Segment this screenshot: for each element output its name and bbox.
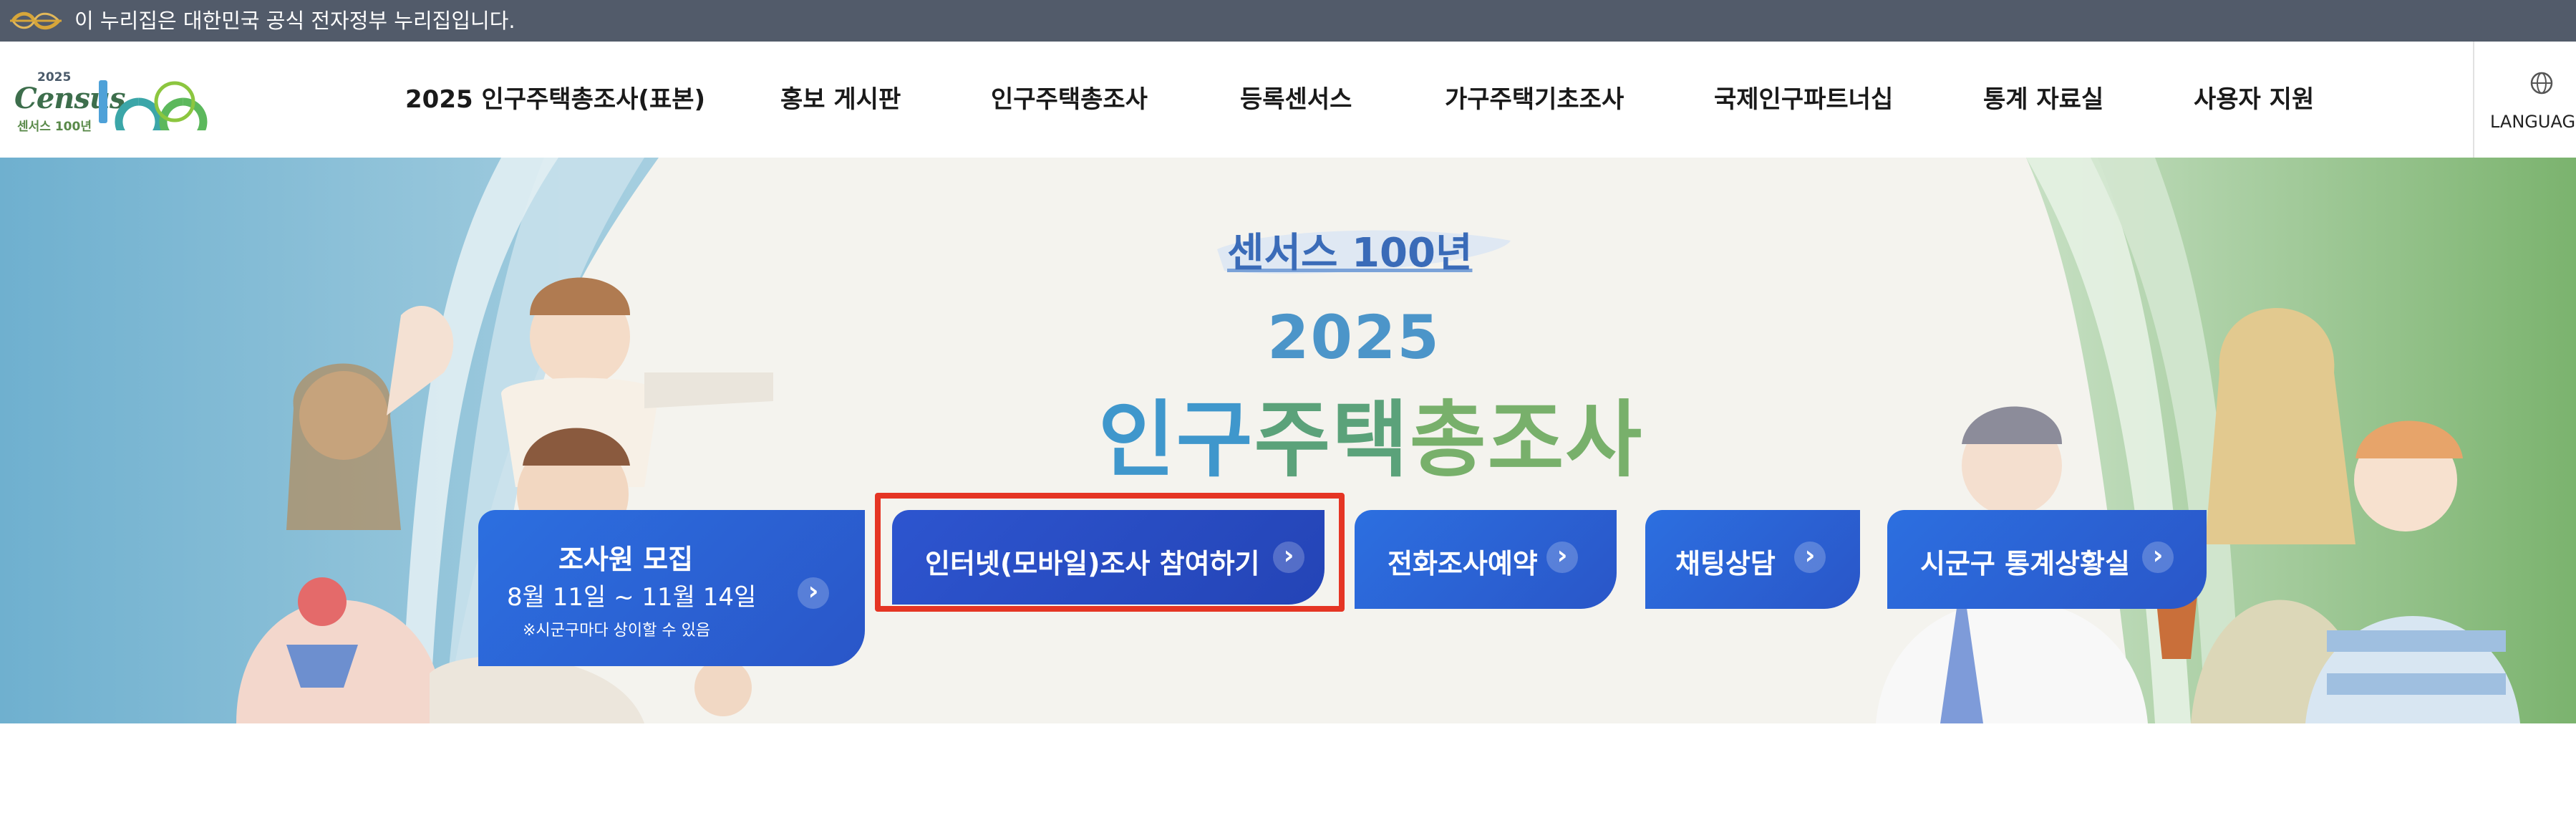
hero-banner: 센서스 100년 2025 인구주택총조사 조사원 모집 8월 11일 ~ 11… (0, 158, 2576, 723)
hero-title-part1: 인구 (1098, 392, 1254, 489)
globe-icon (2530, 72, 2553, 95)
chat-consult-button[interactable]: 채팅상담 (1645, 510, 1860, 609)
hero-badge: 센서스 100년 (1227, 230, 1473, 276)
chevron-right-icon (1546, 542, 1578, 573)
phone-survey-reservation-button[interactable]: 전화조사예약 (1355, 510, 1617, 609)
language-label: LANGUAG (2490, 112, 2576, 132)
chevron-right-icon (1794, 542, 1826, 573)
recruit-surveyor-note: ※시군구마다 상이할 수 있음 (523, 622, 711, 640)
district-statistics-room-button[interactable]: 시군구 통계상황실 (1887, 510, 2207, 609)
recruit-surveyor-button[interactable]: 조사원 모집 8월 11일 ~ 11월 14일 ※시군구마다 상이할 수 있음 (478, 510, 865, 666)
hero-title-part2: 주택 (1254, 392, 1410, 489)
nav-item-international-partnership[interactable]: 국제인구파트너십 (1714, 42, 1893, 158)
recruit-surveyor-dates: 8월 11일 ~ 11월 14일 (507, 583, 757, 612)
internet-survey-label: 인터넷(모바일)조사 참여하기 (925, 548, 1260, 579)
chevron-right-icon (798, 577, 829, 609)
census-100-logo[interactable]: 2025 Census 센서스 100년 (14, 70, 208, 136)
nav-item-census[interactable]: 인구주택총조사 (991, 42, 1148, 158)
nav-item-user-support[interactable]: 사용자 지원 (2194, 42, 2314, 158)
gov-banner: 이 누리집은 대한민국 공식 전자정부 누리집입니다. (0, 0, 2576, 42)
gov-banner-text[interactable]: 이 누리집은 대한민국 공식 전자정부 누리집입니다. (74, 0, 515, 42)
egov-logo-icon (10, 11, 62, 30)
chevron-right-icon (2142, 542, 2174, 573)
nav-item-household-basic-survey[interactable]: 가구주택기초조사 (1445, 42, 1624, 158)
hero-title: 인구주택총조사 (1098, 372, 1643, 493)
recruit-surveyor-label: 조사원 모집 (558, 544, 694, 575)
nav-item-2025-census-sample[interactable]: 2025 인구주택총조사(표본) (405, 42, 705, 158)
chat-consult-label: 채팅상담 (1675, 548, 1776, 579)
phone-survey-label: 전화조사예약 (1388, 548, 1538, 579)
hero-title-part3: 총조사 (1409, 392, 1644, 489)
chevron-right-icon (1273, 542, 1304, 573)
hero-year: 2025 (1267, 302, 1440, 372)
language-selector[interactable]: LANGUAG (2473, 42, 2576, 158)
nav-item-promotion-board[interactable]: 홍보 게시판 (780, 42, 901, 158)
nav-item-register-census[interactable]: 등록센서스 (1240, 42, 1352, 158)
logo-100-icon (99, 80, 208, 130)
internet-survey-button[interactable]: 인터넷(모바일)조사 참여하기 (892, 510, 1325, 605)
logo-subtitle: 센서스 100년 (17, 120, 92, 134)
nav-item-statistics-archive[interactable]: 통계 자료실 (1983, 42, 2103, 158)
district-statistics-label: 시군구 통계상황실 (1920, 548, 2130, 579)
